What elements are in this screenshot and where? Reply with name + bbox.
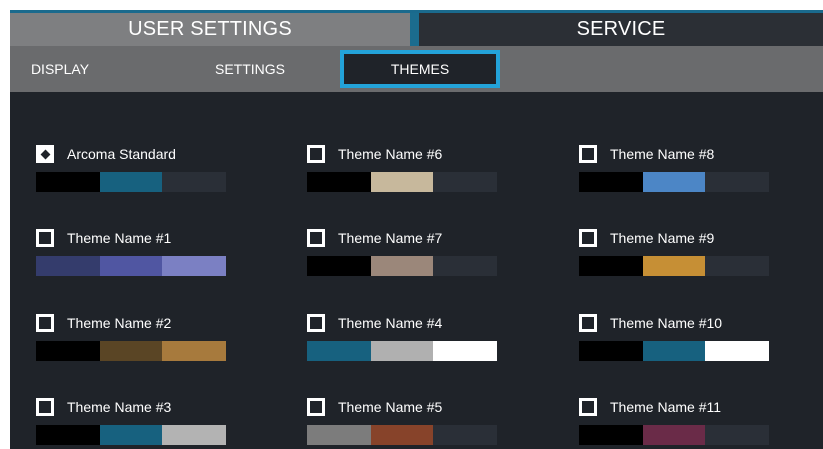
color-swatch [371,425,433,445]
theme-swatches [579,172,769,192]
color-swatch [162,172,226,192]
color-swatch [36,256,100,276]
color-swatch [579,172,643,192]
color-swatch [643,172,705,192]
theme-radio[interactable] [36,229,54,247]
color-swatch [100,341,162,361]
theme-option[interactable]: Theme Name #2 [36,314,236,374]
theme-radio[interactable] [307,398,325,416]
color-swatch [162,425,226,445]
color-swatch [371,172,433,192]
theme-label: Theme Name #9 [610,230,715,246]
theme-swatches [307,172,497,192]
theme-label: Theme Name #7 [338,230,443,246]
color-swatch [579,425,643,445]
color-swatch [433,172,497,192]
tab-divider [410,13,419,46]
theme-radio[interactable] [36,145,54,163]
theme-radio[interactable] [307,145,325,163]
theme-option[interactable]: Theme Name #9 [579,229,779,289]
color-swatch [307,256,371,276]
theme-swatches [307,256,497,276]
color-swatch [36,425,100,445]
sub-tab-bar: DISPLAY SETTINGS THEMES [10,46,823,92]
theme-radio[interactable] [579,145,597,163]
color-swatch [705,172,769,192]
color-swatch [371,256,433,276]
theme-radio[interactable] [579,229,597,247]
theme-option[interactable]: Theme Name #11 [579,398,779,449]
subtab-display[interactable]: DISPLAY [10,46,110,92]
theme-option[interactable]: Theme Name #3 [36,398,236,449]
color-swatch [579,341,643,361]
theme-option[interactable]: Theme Name #6 [307,145,507,205]
theme-radio[interactable] [579,314,597,332]
theme-swatches [36,425,226,445]
theme-radio[interactable] [579,398,597,416]
color-swatch [643,256,705,276]
theme-radio[interactable] [36,398,54,416]
color-swatch [433,425,497,445]
theme-label: Theme Name #1 [67,230,172,246]
theme-option[interactable]: Theme Name #7 [307,229,507,289]
theme-option[interactable]: Arcoma Standard [36,145,236,205]
theme-swatches [36,256,226,276]
theme-label: Arcoma Standard [67,146,176,162]
color-swatch [643,341,705,361]
theme-option[interactable]: Theme Name #1 [36,229,236,289]
theme-label: Theme Name #10 [610,315,723,331]
theme-swatches [36,341,226,361]
theme-label: Theme Name #8 [610,146,715,162]
theme-swatches [579,341,769,361]
theme-label: Theme Name #2 [67,315,172,331]
theme-option[interactable]: Theme Name #5 [307,398,507,449]
settings-window: USER SETTINGS SERVICE DISPLAY SETTINGS T… [10,10,823,449]
color-swatch [36,341,100,361]
color-swatch [162,341,226,361]
selected-diamond-icon [40,149,51,160]
color-swatch [705,425,769,445]
color-swatch [100,425,162,445]
color-swatch [162,256,226,276]
theme-label: Theme Name #3 [67,399,172,415]
color-swatch [579,256,643,276]
tab-user-settings[interactable]: USER SETTINGS [10,13,410,46]
theme-label: Theme Name #5 [338,399,443,415]
theme-radio[interactable] [307,229,325,247]
color-swatch [100,172,162,192]
color-swatch [433,256,497,276]
tab-service[interactable]: SERVICE [419,13,823,46]
theme-radio[interactable] [36,314,54,332]
theme-label: Theme Name #11 [610,399,722,415]
theme-label: Theme Name #4 [338,315,443,331]
theme-swatches [36,172,226,192]
subtab-themes[interactable]: THEMES [340,50,500,88]
theme-label: Theme Name #6 [338,146,443,162]
theme-radio[interactable] [307,314,325,332]
theme-option[interactable]: Theme Name #10 [579,314,779,374]
color-swatch [36,172,100,192]
theme-option[interactable]: Theme Name #8 [579,145,779,205]
theme-swatches [307,425,497,445]
theme-option[interactable]: Theme Name #4 [307,314,507,374]
theme-swatches [307,341,497,361]
color-swatch [307,341,371,361]
theme-swatches [579,256,769,276]
color-swatch [100,256,162,276]
color-swatch [643,425,705,445]
color-swatch [307,172,371,192]
color-swatch [371,341,433,361]
theme-swatches [579,425,769,445]
color-swatch [307,425,371,445]
color-swatch [705,341,769,361]
color-swatch [433,341,497,361]
color-swatch [705,256,769,276]
subtab-settings[interactable]: SETTINGS [190,46,310,92]
main-tab-bar: USER SETTINGS SERVICE [10,13,823,46]
